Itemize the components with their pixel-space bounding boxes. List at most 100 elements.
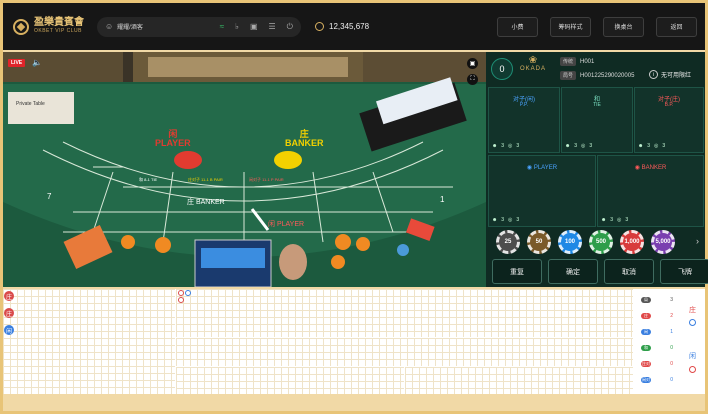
zone-amount: 3 xyxy=(589,143,593,149)
live-video[interactable]: 闲 PLAYER 庄 BANKER 和 8-1 TIE 庄对子 11-1 B P… xyxy=(3,52,486,287)
power-icon[interactable]: ⏻ xyxy=(287,22,293,32)
screen-icon[interactable]: ▣ xyxy=(250,22,258,32)
zone-title-text: BANKER xyxy=(641,165,667,171)
felt-player-label: 闲 PLAYER xyxy=(155,129,191,148)
user-icon: ☺ xyxy=(105,22,114,31)
chip-50[interactable]: 50 xyxy=(527,230,551,254)
person-icon: ☻ xyxy=(638,143,644,149)
zone-banker-pair[interactable]: 对子(庄) B.P. ☻ 3 ◎ 3 xyxy=(634,87,704,153)
table-info: 传统 H001 局号 H001225290020005 xyxy=(560,56,634,84)
stat-value: 0 xyxy=(670,345,673,351)
fly-card-button[interactable]: 飞牌 xyxy=(660,259,708,284)
zone-banker[interactable]: ◉ BANKER ☻ 3 ◎ 3 xyxy=(597,155,704,227)
felt-seat-7: 7 xyxy=(47,192,52,201)
chip-500[interactable]: 500 xyxy=(589,230,613,254)
big-road xyxy=(176,289,633,337)
stats-panel: 局 3 庄 2 闲 1 和 0 庄对 0 闲对 0 xyxy=(634,291,676,393)
felt-pair-p: 闲对子 11-1 P PAIR xyxy=(249,177,284,182)
round-counter: 0 xyxy=(491,58,513,80)
ask-road: 庄 闲 xyxy=(680,291,704,393)
coin-icon: ◎ xyxy=(508,217,513,223)
brand-name: 盈樂貴賓會 xyxy=(34,16,84,28)
bet-limit[interactable]: i 无可用限红 xyxy=(649,70,691,79)
volume-icon[interactable]: 🔈 xyxy=(32,58,42,67)
felt-table-sign: Private Table xyxy=(16,101,45,107)
limit-text: 无可用限红 xyxy=(661,73,692,79)
chip-100[interactable]: 100 xyxy=(558,230,582,254)
stat-value: 2 xyxy=(670,313,673,319)
chip-5000[interactable]: 5,000 xyxy=(651,230,675,254)
zone-tie[interactable]: 和 TIE ☻ 3 ◎ 3 xyxy=(561,87,633,153)
zone-player-pair[interactable]: 对子(闲) P.P. ☻ 3 ◎ 3 xyxy=(488,87,560,153)
zone-players: 3 xyxy=(501,217,505,223)
stat-value: 1 xyxy=(670,329,673,335)
zone-amount: 3 xyxy=(625,217,629,223)
big-eye-road xyxy=(176,338,633,366)
coin-icon: ◎ xyxy=(654,143,659,149)
ask-player-button[interactable]: 闲 xyxy=(689,351,696,361)
stat-label: 闲 xyxy=(641,329,651,335)
balance: 12,345,678 xyxy=(315,22,369,31)
chip-1000[interactable]: 1,000 xyxy=(620,230,644,254)
felt-pair-b: 庄对子 11-1 B PAIR xyxy=(188,177,223,182)
person-icon: ☻ xyxy=(492,143,498,149)
bell-icon[interactable]: ♭ xyxy=(235,22,239,32)
zone-sub: B.P. xyxy=(664,102,674,108)
tip-button[interactable]: 小费 xyxy=(497,16,538,37)
bead-banker: 庄 xyxy=(4,291,14,301)
coin-icon xyxy=(315,22,324,31)
stat-label: 局 xyxy=(641,297,651,303)
confirm-button[interactable]: 确定 xyxy=(548,259,598,284)
ask-player-indicator xyxy=(689,366,696,373)
back-button[interactable]: 返回 xyxy=(656,16,697,37)
zone-players: 3 xyxy=(501,143,505,149)
coin-icon: ◎ xyxy=(581,143,586,149)
brand-mark-icon xyxy=(13,18,29,35)
action-bar: 重复 确定 取消 飞牌 xyxy=(492,259,708,284)
wifi-icon: ≈ xyxy=(219,21,225,31)
zone-title: ◉ BANKER xyxy=(634,165,667,171)
small-road xyxy=(176,367,404,394)
chip-25[interactable]: 25 xyxy=(496,230,520,254)
info-icon: i xyxy=(649,70,658,79)
repeat-button[interactable]: 重复 xyxy=(492,259,542,284)
felt-tie: 和 8-1 TIE xyxy=(139,177,158,182)
zone-players: 3 xyxy=(610,217,614,223)
chip-style-button[interactable]: 筹码样式 xyxy=(550,16,591,37)
ask-banker-indicator xyxy=(689,319,696,326)
zone-players: 3 xyxy=(647,143,651,149)
zone-amount: 3 xyxy=(516,217,520,223)
cockroach-road xyxy=(405,367,633,394)
change-table-button[interactable]: 换桌台 xyxy=(603,16,644,37)
zone-players: 3 xyxy=(574,143,578,149)
top-bar: 盈樂貴賓會 OKBET VIP CLUB ☺ 耀耀/酒客 ≈ ♭ ▣ ☰ ⏻ 1… xyxy=(3,3,705,50)
ask-banker-button[interactable]: 庄 xyxy=(689,305,696,315)
table-type-tag: 传统 xyxy=(560,57,577,66)
camera-icon[interactable]: ▣ xyxy=(467,58,478,69)
chevron-right-icon[interactable]: › xyxy=(696,236,699,246)
okada-name: OKADA xyxy=(519,66,546,72)
stat-label: 庄对 xyxy=(641,361,651,367)
person-icon: ☻ xyxy=(601,217,607,223)
person-icon: ☻ xyxy=(565,143,571,149)
zone-title-text: PLAYER xyxy=(533,165,558,171)
menu-icon[interactable]: ☰ xyxy=(269,22,276,32)
brand-subtitle: OKBET VIP CLUB xyxy=(34,27,82,34)
cancel-button[interactable]: 取消 xyxy=(604,259,654,284)
zone-sub: P.P. xyxy=(519,102,529,108)
stat-value: 3 xyxy=(670,297,673,303)
zone-amount: 3 xyxy=(662,143,666,149)
shoe-tag: 局号 xyxy=(560,71,577,80)
user-bar: ☺ 耀耀/酒客 ≈ ♭ ▣ ☰ ⏻ xyxy=(97,16,301,37)
stat-label: 和 xyxy=(641,345,651,351)
username: 耀耀/酒客 xyxy=(117,25,143,31)
stat-label: 闲对 xyxy=(641,377,651,383)
fullscreen-icon[interactable]: ⛶ xyxy=(467,74,478,85)
chip-selector: 25 50 100 500 1,000 5,000 xyxy=(496,230,675,254)
roadmap-area: 庄 庄 闲 xyxy=(3,289,705,394)
zone-sub: TIE xyxy=(593,102,601,108)
bead-player: 闲 xyxy=(4,325,14,335)
live-badge: LIVE xyxy=(8,59,26,67)
zone-player[interactable]: ◉ PLAYER ☻ 3 ◎ 3 xyxy=(488,155,596,227)
brand-logo: 盈樂貴賓會 OKBET VIP CLUB xyxy=(13,16,93,36)
